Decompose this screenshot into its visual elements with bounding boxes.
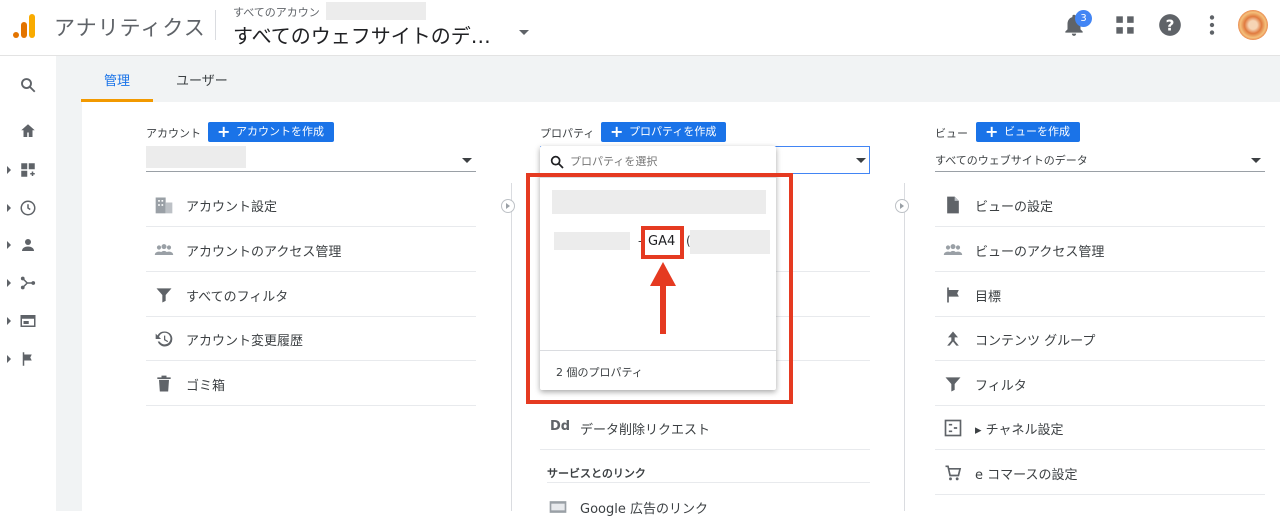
more-vert-icon[interactable]	[1199, 12, 1225, 38]
property-label: プロパティ	[540, 127, 595, 140]
customization-icon[interactable]	[0, 155, 56, 185]
redacted-account-name	[326, 2, 426, 20]
chevron-down-icon[interactable]	[856, 158, 866, 163]
search-icon[interactable]	[0, 70, 56, 100]
ads-icon	[549, 501, 567, 513]
history-icon	[155, 331, 173, 347]
people-icon	[154, 244, 174, 255]
arrow-up-icon	[650, 262, 676, 286]
audience-icon[interactable]	[0, 230, 56, 260]
ecommerce-settings-item[interactable]: e コマースの設定	[935, 451, 1265, 495]
channel-icon	[944, 419, 962, 437]
google-ads-link-item[interactable]: Google 広告のリンク	[540, 485, 870, 529]
account-label: アカウント	[146, 127, 201, 140]
section-service-links: サービスとのリンク	[547, 467, 646, 480]
create-view-button[interactable]: + ビューを作成	[976, 122, 1080, 142]
dd-icon: Dd	[550, 419, 571, 434]
apps-grid-icon[interactable]	[1112, 12, 1138, 38]
top-bar: アナリティクス すべてのアカウン すべてのウェフサイトのデ… 3 ?	[0, 0, 1280, 56]
view-settings-item[interactable]: ビューの設定	[935, 183, 1265, 227]
account-breadcrumb: すべてのアカウン	[233, 6, 320, 19]
create-account-button[interactable]: + アカウントを作成	[208, 122, 334, 142]
content-group-item[interactable]: コンテンツ グループ	[935, 317, 1265, 361]
notification-badge: 3	[1075, 10, 1092, 27]
conversions-icon[interactable]	[0, 344, 56, 374]
data-deletion-item[interactable]: Dd データ削除リクエスト	[540, 406, 870, 450]
acquisition-icon[interactable]	[0, 268, 56, 298]
left-nav-rail	[0, 56, 56, 511]
cart-icon	[945, 465, 962, 481]
chevron-down-icon[interactable]	[462, 158, 472, 163]
help-icon[interactable]: ?	[1157, 12, 1183, 38]
account-select-underline	[146, 171, 476, 172]
home-icon[interactable]	[0, 116, 56, 146]
trash-item[interactable]: ゴミ箱	[146, 362, 476, 406]
account-view-selector[interactable]: すべてのウェフサイトのデ…	[233, 20, 491, 49]
analytics-logo-icon[interactable]	[10, 12, 38, 40]
divider	[547, 482, 870, 483]
all-filters-item[interactable]: すべてのフィルタ	[146, 273, 476, 317]
search-icon	[550, 155, 564, 169]
arrow-stem	[660, 284, 666, 334]
trash-icon	[157, 375, 171, 392]
tab-bar: 管理 ユーザー	[56, 56, 1280, 102]
view-select-underline	[935, 171, 1265, 172]
app-name: アナリティクス	[54, 16, 206, 40]
flag-icon	[947, 287, 959, 303]
chevron-down-icon[interactable]	[1251, 158, 1261, 163]
tab-user[interactable]: ユーザー	[176, 70, 228, 89]
document-icon	[947, 196, 959, 214]
content-group-icon	[947, 331, 959, 346]
view-filter-item[interactable]: フィルタ	[935, 362, 1265, 406]
account-settings-item[interactable]: アカウント設定	[146, 183, 476, 227]
divider	[215, 10, 216, 40]
column-divider	[511, 183, 512, 511]
tab-admin[interactable]: 管理	[104, 70, 130, 89]
channel-settings-item[interactable]: ▸ チャネル設定	[935, 406, 1265, 450]
account-history-item[interactable]: アカウント変更履歴	[146, 317, 476, 361]
building-icon	[155, 197, 173, 214]
property-search-input[interactable]	[570, 155, 760, 168]
behavior-icon[interactable]	[0, 306, 56, 336]
view-label: ビュー	[935, 127, 968, 140]
ga4-highlight-box	[641, 226, 684, 259]
realtime-icon[interactable]	[0, 193, 56, 223]
account-access-item[interactable]: アカウントのアクセス管理	[146, 228, 476, 272]
filter-icon	[945, 377, 961, 392]
filter-icon	[156, 288, 172, 303]
redacted-account-select	[146, 146, 246, 168]
arrow-right-icon	[895, 199, 909, 213]
chevron-down-icon[interactable]	[519, 30, 529, 35]
people-icon	[943, 244, 963, 255]
avatar[interactable]	[1238, 10, 1268, 40]
arrow-right-icon	[501, 199, 515, 213]
view-select-value[interactable]: すべてのウェブサイトのデータ	[935, 152, 1088, 168]
svg-text:?: ?	[1166, 16, 1175, 34]
view-access-item[interactable]: ビューのアクセス管理	[935, 228, 1265, 272]
goals-item[interactable]: 目標	[935, 273, 1265, 317]
create-property-button[interactable]: + プロパティを作成	[601, 122, 727, 142]
column-divider	[904, 183, 905, 511]
